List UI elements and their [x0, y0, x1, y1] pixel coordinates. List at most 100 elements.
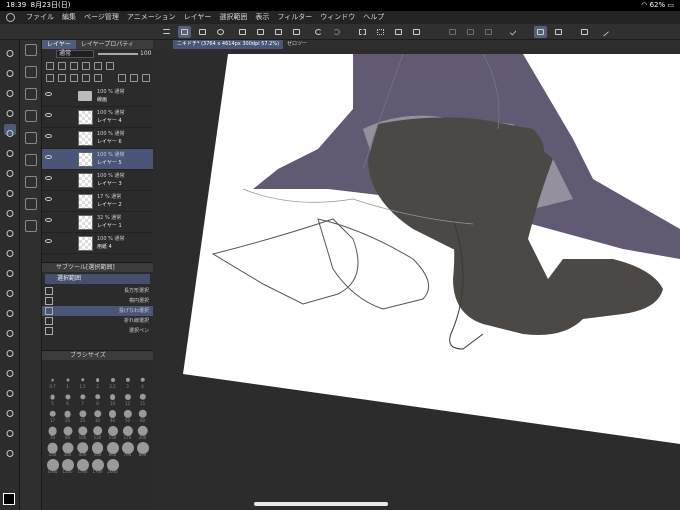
new-folder-icon[interactable] — [70, 74, 78, 82]
subtool-item[interactable]: 選択ペン — [42, 326, 153, 336]
brush-size-preset[interactable]: 3 — [120, 373, 135, 389]
color-wheel-icon[interactable] — [25, 132, 37, 144]
redo-icon[interactable] — [330, 26, 343, 38]
layer-row[interactable]: 100 % 通常 レイヤー 3 — [42, 170, 153, 191]
menu-item[interactable]: アニメーション — [127, 11, 176, 24]
layer-row[interactable]: 17 % 通常 レイヤー 2 — [42, 191, 153, 212]
app-logo-icon[interactable] — [6, 13, 15, 22]
menu-item[interactable]: ウィンドウ — [320, 11, 355, 24]
lock-icon[interactable] — [46, 62, 54, 70]
menu-item[interactable]: ファイル — [26, 11, 54, 24]
brush-size-preset[interactable]: 800 — [135, 441, 150, 457]
visibility-eye-icon[interactable] — [45, 92, 52, 96]
brush-size-preset[interactable]: 1 — [60, 373, 75, 389]
text-icon[interactable] — [4, 404, 16, 417]
brush-size-preset[interactable]: 250 — [45, 441, 60, 457]
subtool-item[interactable]: 折れ線選択 — [42, 316, 153, 326]
clear-icon[interactable] — [446, 26, 459, 38]
visibility-eye-icon[interactable] — [45, 218, 52, 222]
tab-layer-property[interactable]: レイヤープロパティ — [76, 40, 139, 49]
airbrush-icon[interactable] — [4, 244, 16, 257]
brush-size-preset[interactable]: 200 — [135, 424, 150, 440]
subtool-item[interactable]: 投げなわ選択 — [42, 306, 153, 316]
figure-icon[interactable] — [4, 344, 16, 357]
reference-icon[interactable] — [70, 62, 78, 70]
brush-size-preset[interactable]: 8 — [90, 390, 105, 406]
layer-mask-icon[interactable] — [94, 74, 102, 82]
brush-size-preset[interactable]: 30 — [90, 407, 105, 423]
brush-size-preset[interactable]: 400 — [75, 441, 90, 457]
menu-item[interactable]: レイヤー — [184, 11, 212, 24]
brush-size-preset[interactable]: 15 — [135, 390, 150, 406]
navigator-icon[interactable] — [25, 66, 37, 78]
zoom-icon[interactable] — [4, 44, 16, 57]
subtool-item[interactable]: 楕円選択 — [42, 296, 153, 306]
trash-icon[interactable] — [142, 74, 150, 82]
brush-size-preset[interactable]: 600 — [105, 441, 120, 457]
brush-size-preset[interactable]: 0.7 — [45, 373, 60, 389]
menu-item[interactable]: ページ管理 — [84, 11, 119, 24]
lock-transparent-icon[interactable] — [94, 62, 102, 70]
brush-size-preset[interactable]: 300 — [60, 441, 75, 457]
blend-mode-select[interactable]: 通常 — [56, 50, 94, 58]
layer-row[interactable]: 100 % 通常 用紙 4 — [42, 233, 153, 254]
quick-access-icon[interactable] — [178, 26, 191, 38]
check-icon[interactable] — [508, 26, 521, 38]
draft-icon[interactable] — [82, 62, 90, 70]
canvas-drawing[interactable] — [153, 49, 680, 510]
snap-ruler-icon[interactable] — [534, 26, 547, 38]
subtool-item[interactable]: 長方形選択 — [42, 286, 153, 296]
brush-size-preset[interactable]: 60 — [135, 407, 150, 423]
brush-size-preset[interactable]: 100 — [75, 424, 90, 440]
rotate-icon[interactable] — [4, 84, 16, 97]
brush-size-preset[interactable]: 1200 — [60, 458, 75, 474]
folder-panel-icon[interactable] — [25, 220, 37, 232]
menu-item[interactable]: 表示 — [255, 11, 269, 24]
layers-panel-icon[interactable] — [25, 44, 37, 56]
new-file-icon[interactable] — [236, 26, 249, 38]
frame-icon[interactable] — [4, 364, 16, 377]
brush-size-preset[interactable]: 17 — [45, 407, 60, 423]
export-icon[interactable] — [290, 26, 303, 38]
brush-size-preset[interactable]: 20 — [60, 407, 75, 423]
layer-row[interactable]: 100 % 通常 レイヤー 5 — [42, 149, 153, 170]
brush-size-panel-icon[interactable] — [25, 176, 37, 188]
layer-settings-icon[interactable] — [130, 74, 138, 82]
brush-size-preset[interactable]: 12 — [120, 390, 135, 406]
brush-size-preset[interactable]: 500 — [90, 441, 105, 457]
brush-size-preset[interactable]: 6 — [60, 390, 75, 406]
correct-line-icon[interactable] — [4, 444, 16, 457]
brush-icon[interactable] — [4, 224, 16, 237]
visibility-eye-icon[interactable] — [45, 197, 52, 201]
hamburger-menu-icon[interactable] — [160, 26, 173, 38]
brush-size-preset[interactable]: 120 — [90, 424, 105, 440]
menu-item[interactable]: ヘルプ — [363, 11, 384, 24]
brush-size-preset[interactable]: 170 — [120, 424, 135, 440]
brush-size-preset[interactable]: 1700 — [90, 458, 105, 474]
layer-color-icon[interactable] — [118, 74, 126, 82]
fill-icon[interactable] — [392, 26, 405, 38]
main-color-swatch[interactable] — [3, 493, 15, 505]
lasso-select-icon[interactable] — [4, 124, 16, 137]
transform-icon[interactable] — [410, 26, 423, 38]
visibility-eye-icon[interactable] — [45, 134, 52, 138]
material-icon[interactable] — [25, 198, 37, 210]
gradient-icon[interactable] — [4, 324, 16, 337]
snap-special-ruler-icon[interactable] — [552, 26, 565, 38]
canvas-area[interactable] — [153, 49, 680, 510]
brush-size-preset[interactable]: 4 — [135, 373, 150, 389]
fill-selection-icon[interactable] — [482, 26, 495, 38]
brush-size-preset[interactable]: 1000 — [45, 458, 60, 474]
brush-size-preset[interactable]: 2 — [90, 373, 105, 389]
clip-icon[interactable] — [58, 62, 66, 70]
brush-size-preset[interactable]: 7 — [75, 390, 90, 406]
tab-layer[interactable]: レイヤー — [42, 40, 76, 49]
brush-size-preset[interactable]: 25 — [75, 407, 90, 423]
brush-size-preset[interactable]: 80 — [60, 424, 75, 440]
layer-ref-icon[interactable] — [578, 26, 591, 38]
eyedropper-icon[interactable] — [4, 164, 16, 177]
new-vector-layer-icon[interactable] — [58, 74, 66, 82]
brush-size-preset[interactable]: 40 — [105, 407, 120, 423]
open-file-icon[interactable] — [254, 26, 267, 38]
wrench-icon[interactable] — [214, 26, 227, 38]
